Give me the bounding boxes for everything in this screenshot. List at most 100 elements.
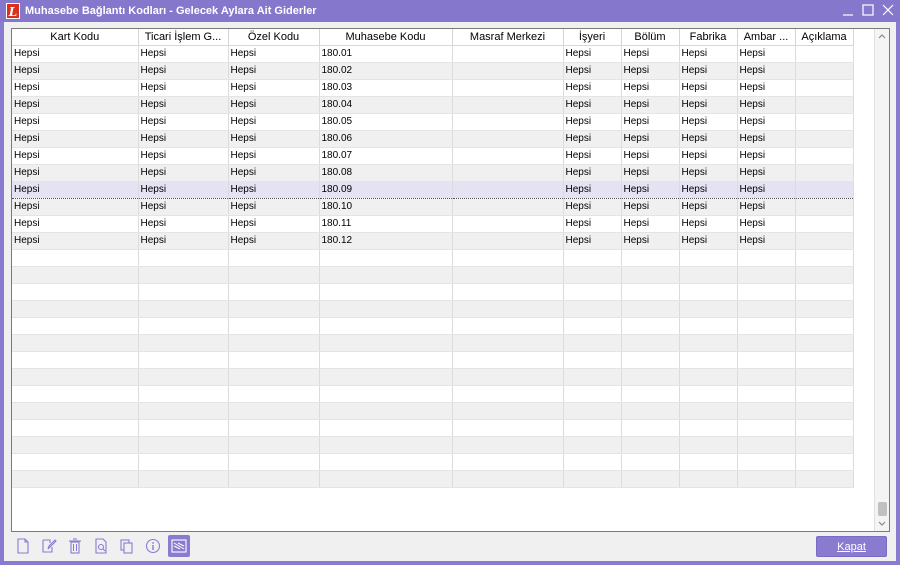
table-row[interactable]: Hepsi Hepsi Hepsi 180.09 Hepsi Hepsi Hepsi Heps… <box>12 180 854 199</box>
table-cell[interactable]: 180.06 <box>319 130 453 148</box>
table-cell[interactable]: Hepsi <box>228 62 320 80</box>
table-cell[interactable]: Hepsi <box>138 79 229 97</box>
table-cell[interactable]: Hepsi <box>679 62 738 80</box>
table-cell[interactable]: Hepsi <box>679 79 738 97</box>
table-cell[interactable]: Hepsi <box>138 147 229 165</box>
table-cell[interactable]: Hepsi <box>737 79 796 97</box>
table-cell[interactable]: 180.02 <box>319 62 453 80</box>
table-cell[interactable]: Hepsi <box>12 62 139 80</box>
table-cell[interactable]: Hepsi <box>228 232 320 250</box>
column-header[interactable]: Ticari İşlem G... <box>138 29 229 46</box>
table-cell[interactable]: Hepsi <box>621 113 680 131</box>
table-cell[interactable]: Hepsi <box>138 96 229 114</box>
column-header[interactable]: Kart Kodu <box>12 29 139 46</box>
table-cell[interactable]: Hepsi <box>621 147 680 165</box>
scroll-down-button[interactable] <box>875 517 889 531</box>
table-cell[interactable] <box>452 232 564 250</box>
table-cell[interactable]: 180.10 <box>319 198 453 216</box>
column-header[interactable]: Ambar ... <box>737 29 796 46</box>
table-cell[interactable]: Hepsi <box>621 215 680 233</box>
table-cell[interactable]: Hepsi <box>679 45 738 63</box>
table-cell[interactable]: Hepsi <box>138 130 229 148</box>
table-cell[interactable]: Hepsi <box>12 79 139 97</box>
table-cell[interactable]: Hepsi <box>12 113 139 131</box>
table-row[interactable]: Hepsi Hepsi Hepsi 180.02 Hepsi Hepsi Hepsi Heps… <box>12 62 854 80</box>
table-cell[interactable] <box>795 198 854 216</box>
copy-button[interactable] <box>116 535 138 557</box>
table-cell[interactable]: Hepsi <box>621 164 680 182</box>
table-cell[interactable]: 180.09 <box>319 180 453 199</box>
table-cell[interactable]: Hepsi <box>563 62 622 80</box>
table-cell[interactable]: Hepsi <box>563 79 622 97</box>
table-cell[interactable]: Hepsi <box>737 130 796 148</box>
table-cell[interactable]: Hepsi <box>621 45 680 63</box>
table-cell[interactable]: Hepsi <box>737 215 796 233</box>
table-cell[interactable]: Hepsi <box>138 215 229 233</box>
table-row[interactable]: Hepsi Hepsi Hepsi 180.11 Hepsi Hepsi Hepsi Heps… <box>12 215 854 233</box>
table-cell[interactable]: Hepsi <box>563 45 622 63</box>
scroll-thumb[interactable] <box>878 502 887 516</box>
table-cell[interactable] <box>795 113 854 131</box>
table-cell[interactable]: Hepsi <box>679 130 738 148</box>
table-cell[interactable]: Hepsi <box>563 130 622 148</box>
edit-button[interactable] <box>38 535 60 557</box>
close-button[interactable]: Kapat <box>816 536 887 557</box>
table-cell[interactable]: Hepsi <box>138 164 229 182</box>
table-cell[interactable]: Hepsi <box>228 164 320 182</box>
table-cell[interactable]: Hepsi <box>12 147 139 165</box>
table-cell[interactable] <box>452 79 564 97</box>
table-cell[interactable]: Hepsi <box>228 198 320 216</box>
preview-button[interactable] <box>90 535 112 557</box>
table-cell[interactable]: Hepsi <box>138 113 229 131</box>
info-button[interactable] <box>142 535 164 557</box>
table-cell[interactable] <box>452 164 564 182</box>
table-cell[interactable]: 180.11 <box>319 215 453 233</box>
table-cell[interactable]: Hepsi <box>621 130 680 148</box>
table-cell[interactable]: Hepsi <box>737 96 796 114</box>
table-cell[interactable]: Hepsi <box>563 113 622 131</box>
table-cell[interactable]: Hepsi <box>138 232 229 250</box>
table-cell[interactable]: Hepsi <box>679 198 738 216</box>
table-cell[interactable]: Hepsi <box>621 232 680 250</box>
title-bar[interactable]: L Muhasebe Bağlantı Kodları - Gelecek Ay… <box>0 0 900 22</box>
table-cell[interactable]: Hepsi <box>563 215 622 233</box>
table-cell[interactable]: Hepsi <box>737 198 796 216</box>
table-cell[interactable] <box>795 232 854 250</box>
table-cell[interactable]: Hepsi <box>737 45 796 63</box>
table-cell[interactable]: Hepsi <box>621 79 680 97</box>
table-cell[interactable]: Hepsi <box>228 45 320 63</box>
scroll-up-button[interactable] <box>875 29 889 43</box>
table-cell[interactable] <box>795 147 854 165</box>
table-cell[interactable]: Hepsi <box>737 232 796 250</box>
table-row[interactable]: Hepsi Hepsi Hepsi 180.07 Hepsi Hepsi Hepsi Heps… <box>12 147 854 165</box>
column-header[interactable]: Özel Kodu <box>228 29 320 46</box>
column-header[interactable]: İşyeri <box>563 29 622 46</box>
close-window-button[interactable] <box>880 2 896 18</box>
table-cell[interactable]: 180.05 <box>319 113 453 131</box>
table-cell[interactable]: Hepsi <box>228 130 320 148</box>
table-cell[interactable]: Hepsi <box>12 130 139 148</box>
table-cell[interactable]: Hepsi <box>228 113 320 131</box>
table-cell[interactable]: Hepsi <box>138 62 229 80</box>
table-cell[interactable] <box>452 113 564 131</box>
new-button[interactable] <box>12 535 34 557</box>
table-cell[interactable]: Hepsi <box>563 180 622 199</box>
table-row[interactable]: Hepsi Hepsi Hepsi 180.10 Hepsi Hepsi Hepsi Heps… <box>12 198 854 216</box>
table-cell[interactable]: 180.01 <box>319 45 453 63</box>
column-header[interactable]: Bölüm <box>621 29 680 46</box>
table-cell[interactable] <box>452 45 564 63</box>
table-cell[interactable]: Hepsi <box>228 96 320 114</box>
table-cell[interactable]: Hepsi <box>737 113 796 131</box>
table-cell[interactable]: Hepsi <box>737 147 796 165</box>
table-cell[interactable]: Hepsi <box>563 164 622 182</box>
column-header[interactable]: Masraf Merkezi <box>452 29 564 46</box>
table-cell[interactable]: Hepsi <box>679 147 738 165</box>
table-cell[interactable]: Hepsi <box>12 96 139 114</box>
table-cell[interactable] <box>795 180 854 199</box>
table-cell[interactable]: Hepsi <box>737 164 796 182</box>
table-cell[interactable]: 180.03 <box>319 79 453 97</box>
table-cell[interactable]: 180.04 <box>319 96 453 114</box>
table-cell[interactable] <box>795 45 854 63</box>
table-row[interactable]: Hepsi Hepsi Hepsi 180.03 Hepsi Hepsi Hepsi Heps… <box>12 79 854 97</box>
vertical-scrollbar[interactable] <box>874 29 889 531</box>
